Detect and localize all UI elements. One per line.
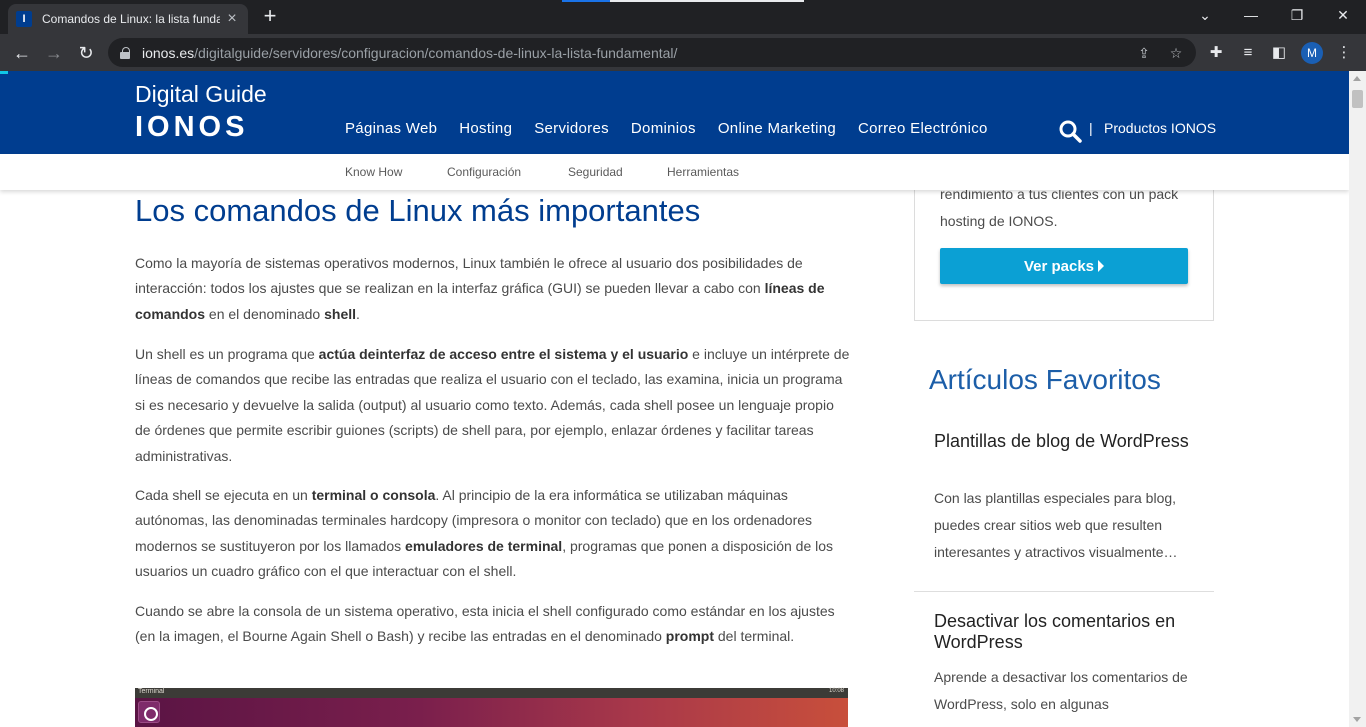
profile-avatar[interactable]: M	[1301, 42, 1323, 64]
browser-tab[interactable]: I Comandos de Linux: la lista fundamenta…	[8, 4, 248, 34]
tab-loading-indicator	[562, 0, 804, 2]
minimize-icon[interactable]: —	[1228, 0, 1274, 30]
favorite-article-title[interactable]: Desactivar los comentarios en WordPress	[934, 611, 1204, 653]
ver-packs-button[interactable]: Ver packs	[940, 248, 1188, 284]
digital-guide-logo-text[interactable]: Digital Guide	[135, 81, 267, 108]
url-host: ionos.es	[142, 44, 195, 61]
reload-icon[interactable]: ↻	[72, 39, 100, 67]
tab-close-icon[interactable]: ×	[224, 10, 240, 28]
ver-packs-label: Ver packs	[1023, 257, 1095, 275]
terminal-top-bar: Terminal 10:08	[135, 688, 848, 698]
subnav-know-how[interactable]: Know How	[345, 165, 402, 179]
address-bar[interactable]: ionos.es/digitalguide/servidores/configu…	[108, 38, 1196, 67]
sub-navigation: Know How Configuración Seguridad Herrami…	[0, 154, 1349, 190]
divider	[914, 591, 1214, 592]
favorite-article-excerpt: Aprende a desactivar los comentarios de …	[934, 669, 1188, 712]
nav-dominios[interactable]: Dominios	[631, 120, 696, 137]
ionos-logo[interactable]: IONOS	[135, 111, 248, 144]
new-tab-icon[interactable]: +	[259, 5, 281, 27]
media-queue-icon[interactable]: ≡	[1238, 43, 1258, 63]
share-icon[interactable]: ⇪	[1135, 44, 1153, 62]
page-scrollbar[interactable]	[1349, 71, 1366, 727]
favorites-heading: Artículos Favoritos	[929, 364, 1161, 395]
site-header: Digital Guide IONOS Páginas Web Hosting …	[0, 71, 1349, 154]
terminal-bar-time: 10:08	[828, 688, 844, 694]
nav-servidores[interactable]: Servidores	[534, 120, 609, 137]
forward-arrow-icon[interactable]: →	[40, 39, 68, 67]
favorite-article-title[interactable]: Plantillas de blog de WordPress	[934, 431, 1204, 452]
nav-paginas-web[interactable]: Páginas Web	[345, 120, 437, 137]
ionos-favicon-icon: I	[16, 11, 32, 27]
menu-kebab-icon[interactable]: ⋮	[1334, 43, 1354, 63]
restore-icon[interactable]: ❐	[1274, 0, 1320, 30]
bookmark-star-icon[interactable]: ☆	[1167, 44, 1185, 62]
close-window-icon[interactable]: ✕	[1320, 0, 1366, 30]
article-paragraph: Cuando se abre la consola de un sistema …	[135, 603, 835, 645]
browser-toolbar: ← → ↻ ionos.es/digitalguide/servidores/c…	[0, 34, 1366, 71]
header-separator: |	[1089, 120, 1093, 136]
tab-title: Comandos de Linux: la lista fundamental	[42, 12, 220, 26]
scroll-up-arrow-icon[interactable]	[1353, 76, 1361, 81]
tab-search-chevron-icon[interactable]: ⌄	[1182, 0, 1228, 30]
scroll-down-arrow-icon[interactable]	[1353, 717, 1361, 722]
search-icon[interactable]	[1058, 119, 1082, 143]
favorite-article-excerpt: Con las plantillas especiales para blog,…	[934, 490, 1178, 560]
url-path: /digitalguide/servidores/configuracion/c…	[194, 44, 678, 61]
lock-icon[interactable]	[120, 46, 130, 59]
subnav-herramientas[interactable]: Herramientas	[667, 165, 739, 179]
scrollbar-thumb[interactable]	[1352, 90, 1363, 108]
back-arrow-icon[interactable]: ←	[8, 39, 36, 67]
terminal-screenshot-image: Terminal 10:08	[135, 688, 848, 727]
nav-correo-electronico[interactable]: Correo Electrónico	[858, 120, 988, 137]
side-panel-icon[interactable]: ◧	[1269, 43, 1289, 63]
terminal-bar-title: Terminal	[138, 688, 165, 695]
article-paragraph: Como la mayoría de sistemas operativos m…	[135, 255, 825, 322]
article-paragraph: Un shell es un programa que actúa deinte…	[135, 346, 850, 464]
nav-hosting[interactable]: Hosting	[459, 120, 512, 137]
reading-progress-bar	[0, 71, 8, 74]
article-heading: Los comandos de Linux más importantes	[135, 193, 701, 228]
page-viewport: Digital Guide IONOS Páginas Web Hosting …	[0, 71, 1349, 727]
article-paragraph: Cada shell se ejecuta en un terminal o c…	[135, 487, 834, 580]
productos-ionos-link[interactable]: Productos IONOS	[1104, 120, 1216, 136]
ubuntu-launcher-icon	[138, 701, 160, 723]
browser-tabstrip: I Comandos de Linux: la lista fundamenta…	[0, 0, 1366, 34]
extensions-puzzle-icon[interactable]: ✚	[1206, 43, 1226, 63]
main-navigation: Páginas Web Hosting Servidores Dominios …	[345, 120, 1010, 137]
nav-online-marketing[interactable]: Online Marketing	[718, 120, 836, 137]
subnav-seguridad[interactable]: Seguridad	[568, 165, 623, 179]
play-arrow-icon	[1098, 260, 1105, 272]
subnav-configuracion[interactable]: Configuración	[447, 165, 521, 179]
